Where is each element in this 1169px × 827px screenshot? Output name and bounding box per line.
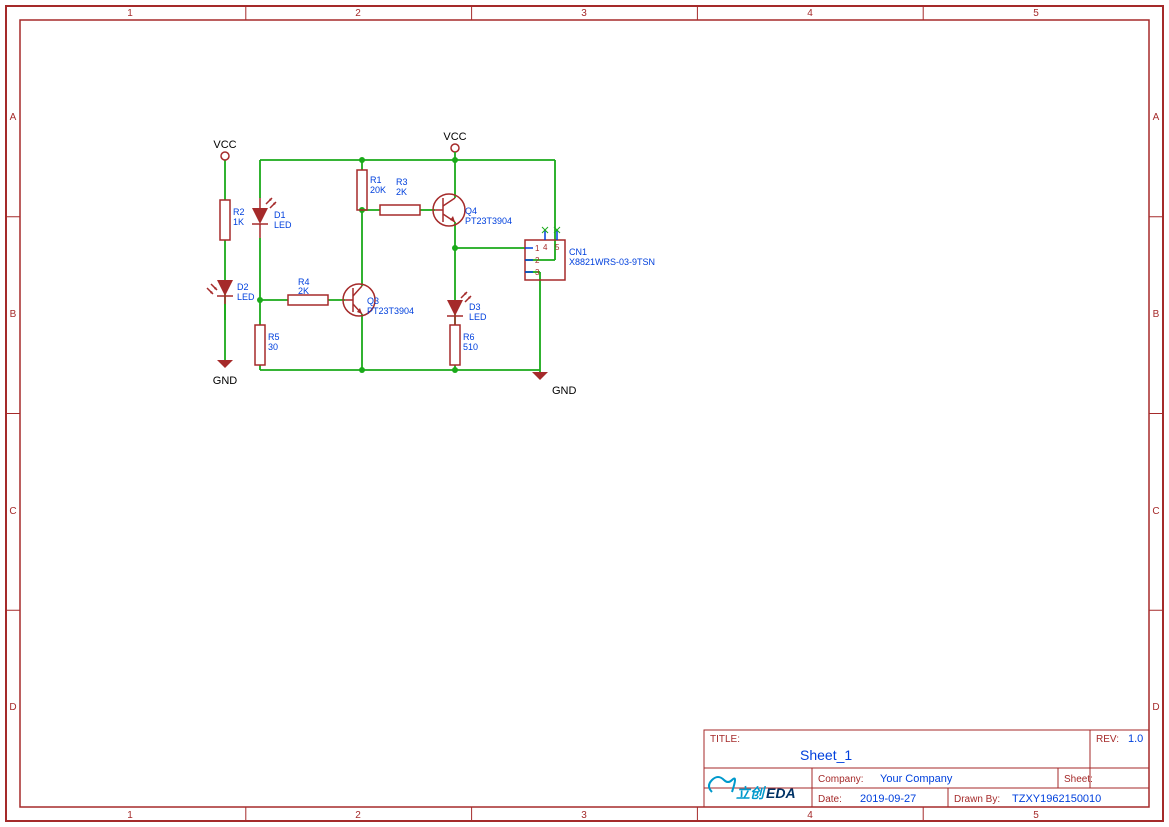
r2-val: 1K — [233, 217, 244, 227]
row-a-right: A — [1153, 112, 1160, 123]
row-a-left: A — [10, 112, 17, 123]
row-d-right: D — [1152, 702, 1159, 713]
row-c-left: C — [9, 506, 16, 517]
q3-val: PT23T3904 — [367, 306, 414, 316]
r2-ref: R2 — [233, 207, 245, 217]
vcc1-label: VCC — [213, 139, 236, 151]
cn1-pin1: 1 — [535, 244, 540, 253]
cn1-pin3: 3 — [535, 268, 540, 277]
cn1-pin2: 2 — [535, 256, 540, 265]
gnd1-label: GND — [213, 375, 238, 387]
r6-ref: R6 — [463, 332, 475, 342]
col-3-top: 3 — [581, 8, 587, 19]
d1-val: LED — [274, 220, 292, 230]
resistor-r5: R5 30 — [255, 325, 280, 365]
r1-ref: R1 — [370, 175, 382, 185]
col-2-bot: 2 — [355, 810, 361, 821]
vcc1-symbol: VCC — [213, 139, 236, 160]
row-b-right: B — [1153, 309, 1160, 320]
col-3-bot: 3 — [581, 810, 587, 821]
tb-title-label: TITLE: — [710, 734, 740, 745]
r4-val: 2K — [298, 286, 309, 296]
r3-ref: R3 — [396, 177, 408, 187]
tb-sheet-label: Sheet: — [1064, 774, 1093, 785]
cn1-pin5: 5 — [555, 243, 560, 252]
connector-cn1: 1 2 3 4 5 CN1 X8821WRS-03-9TSN — [525, 227, 655, 280]
col-4-bot: 4 — [807, 810, 813, 821]
row-b-left: B — [10, 309, 17, 320]
cn1-val: X8821WRS-03-9TSN — [569, 257, 655, 267]
q3-ref: Q3 — [367, 296, 379, 306]
schematic-sheet: 1 2 3 4 5 1 2 3 4 5 A B C D A B C D — [0, 0, 1169, 827]
q4-val: PT23T3904 — [465, 216, 512, 226]
ruler-cols: 1 2 3 4 5 1 2 3 4 5 — [127, 6, 1039, 821]
r6-val: 510 — [463, 342, 478, 352]
tb-drawn-label: Drawn By: — [954, 794, 1000, 805]
r5-ref: R5 — [268, 332, 280, 342]
tb-date-value: 2019-09-27 — [860, 793, 916, 805]
r5-val: 30 — [268, 342, 278, 352]
d2-val: LED — [237, 292, 255, 302]
tb-rev-value: 1.0 — [1128, 733, 1143, 745]
cn1-pin4: 4 — [543, 243, 548, 252]
ruler-rows: A B C D A B C D — [6, 112, 1163, 713]
gnd2-label: GND — [552, 385, 577, 397]
vcc2-symbol: VCC — [443, 131, 466, 160]
gnd1-symbol: GND — [213, 360, 238, 387]
resistor-r3: R3 2K — [380, 177, 420, 215]
q4-ref: Q4 — [465, 206, 477, 216]
resistor-r1: R1 20K — [357, 170, 386, 210]
transistor-q4: Q4 PT23T3904 — [433, 194, 512, 226]
logo-text2: EDA — [766, 785, 796, 801]
r3-val: 2K — [396, 187, 407, 197]
tb-rev-label: REV: — [1096, 734, 1119, 745]
tb-title-value: Sheet_1 — [800, 747, 852, 763]
d3-val: LED — [469, 312, 487, 322]
cn1-ref: CN1 — [569, 247, 587, 257]
led-d1: D1 LED — [252, 198, 292, 238]
resistor-r4: R4 2K — [288, 277, 328, 305]
resistor-r2: R2 1K — [220, 200, 245, 240]
led-d2: D2 LED — [207, 280, 255, 304]
row-d-left: D — [9, 702, 16, 713]
tb-drawn-value: TZXY1962150010 — [1012, 793, 1101, 805]
frame-border-outer — [6, 6, 1163, 821]
transistor-q3: Q3 PT23T3904 — [343, 284, 414, 316]
d2-ref: D2 — [237, 282, 249, 292]
d3-ref: D3 — [469, 302, 481, 312]
col-5-bot: 5 — [1033, 810, 1039, 821]
resistor-r6: R6 510 — [450, 325, 478, 365]
col-1-top: 1 — [127, 8, 133, 19]
tb-company-value: Your Company — [880, 773, 953, 785]
r1-val: 20K — [370, 185, 386, 195]
logo-text1: 立创 — [736, 785, 767, 801]
vcc2-label: VCC — [443, 131, 466, 143]
col-4-top: 4 — [807, 8, 813, 19]
led-d3: D3 LED — [447, 292, 487, 325]
tb-company-label: Company: — [818, 774, 864, 785]
gnd2-symbol: GND — [532, 372, 577, 397]
frame-border-inner — [20, 20, 1149, 807]
col-1-bot: 1 — [127, 810, 133, 821]
title-block: TITLE: Sheet_1 REV: 1.0 Company: Your Co… — [704, 730, 1149, 807]
col-2-top: 2 — [355, 8, 361, 19]
col-5-top: 5 — [1033, 8, 1039, 19]
row-c-right: C — [1152, 506, 1159, 517]
tb-date-label: Date: — [818, 794, 842, 805]
eda-logo: 立创 EDA — [709, 777, 796, 801]
d1-ref: D1 — [274, 210, 286, 220]
